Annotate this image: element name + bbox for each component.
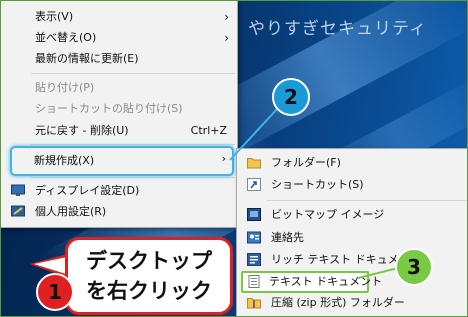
submenu-item-label: 連絡先 — [271, 231, 304, 244]
site-title-overlay: やりすぎセキュリティ — [248, 19, 427, 39]
zip-folder-icon — [247, 298, 261, 309]
bitmap-icon — [247, 208, 261, 221]
menu-item-display-settings[interactable]: ディスプレイ設定(D) — [1, 181, 237, 201]
menu-separator — [267, 200, 467, 201]
new-submenu: フォルダー(F) ショートカット(S) ビットマップ イメージ 連絡先 リッチ … — [236, 148, 468, 317]
menu-item-label: 並べ替え(O) — [35, 31, 97, 44]
menu-separator — [31, 144, 235, 145]
submenu-item-label: 圧縮 (zip 形式) フォルダー — [271, 296, 405, 309]
callout-line-2: を右クリック — [86, 279, 212, 303]
folder-icon — [247, 158, 261, 169]
display-settings-icon — [11, 184, 25, 196]
submenu-item-shortcut[interactable]: ショートカット(S) — [237, 175, 468, 195]
menu-item-label: ショートカットの貼り付け(S) — [35, 102, 183, 115]
menu-item-shortcut: Ctrl+Z — [190, 124, 227, 137]
submenu-item-rich-text[interactable]: リッチ テキスト ドキュメント — [237, 250, 468, 270]
menu-item-label: 貼り付け(P) — [35, 81, 95, 94]
text-document-icon — [248, 275, 260, 288]
menu-item-sort[interactable]: 並べ替え(O) › — [1, 28, 237, 48]
step-badge-1: 1 — [36, 273, 74, 311]
personalize-icon — [11, 205, 25, 217]
menu-item-label: ディスプレイ設定(D) — [35, 184, 140, 197]
menu-item-paste: 貼り付け(P) — [1, 78, 237, 98]
menu-item-new[interactable]: 新規作成(X) › — [10, 146, 234, 176]
step-badge-2: 2 — [272, 78, 310, 116]
submenu-item-text-document[interactable]: テキスト ドキュメント — [241, 271, 382, 293]
menu-item-refresh[interactable]: 最新の情報に更新(E) — [1, 49, 237, 69]
submenu-item-label: テキスト ドキュメント — [269, 275, 383, 288]
submenu-item-label: ショートカット(S) — [271, 178, 364, 191]
menu-item-label: 元に戻す - 削除(U) — [35, 124, 129, 137]
menu-item-undo-delete[interactable]: 元に戻す - 削除(U) Ctrl+Z — [1, 121, 237, 141]
submenu-item-label: ビットマップ イメージ — [271, 208, 385, 221]
submenu-item-label: フォルダー(F) — [271, 156, 341, 169]
callout-right-click-desktop: デスクトップ を右クリック — [65, 237, 233, 315]
menu-item-personalize[interactable]: 個人用設定(R) — [1, 202, 237, 222]
menu-item-view[interactable]: 表示(V) › — [1, 7, 237, 27]
step-badge-3: 3 — [395, 248, 433, 286]
menu-item-label: 表示(V) — [35, 10, 74, 23]
menu-item-label: 最新の情報に更新(E) — [35, 52, 139, 65]
contact-icon — [247, 231, 261, 244]
menu-separator — [31, 177, 235, 178]
chevron-right-icon: › — [224, 10, 229, 24]
menu-item-paste-shortcut: ショートカットの貼り付け(S) — [1, 99, 237, 119]
submenu-item-bitmap[interactable]: ビットマップ イメージ — [237, 205, 468, 225]
menu-separator — [31, 73, 235, 74]
rich-text-icon — [247, 253, 261, 266]
submenu-item-zip-folder[interactable]: 圧縮 (zip 形式) フォルダー — [237, 293, 468, 313]
callout-line-1: デスクトップ — [86, 249, 212, 273]
shortcut-icon — [247, 178, 261, 191]
submenu-item-folder[interactable]: フォルダー(F) — [237, 153, 468, 173]
chevron-right-icon: › — [224, 31, 229, 45]
menu-item-label: 新規作成(X) — [34, 154, 95, 167]
chevron-right-icon: › — [221, 152, 226, 165]
desktop-context-menu: 表示(V) › 並べ替え(O) › 最新の情報に更新(E) 貼り付け(P) ショ… — [0, 0, 238, 228]
submenu-item-contact[interactable]: 連絡先 — [237, 228, 468, 248]
menu-item-label: 個人用設定(R) — [35, 205, 107, 218]
